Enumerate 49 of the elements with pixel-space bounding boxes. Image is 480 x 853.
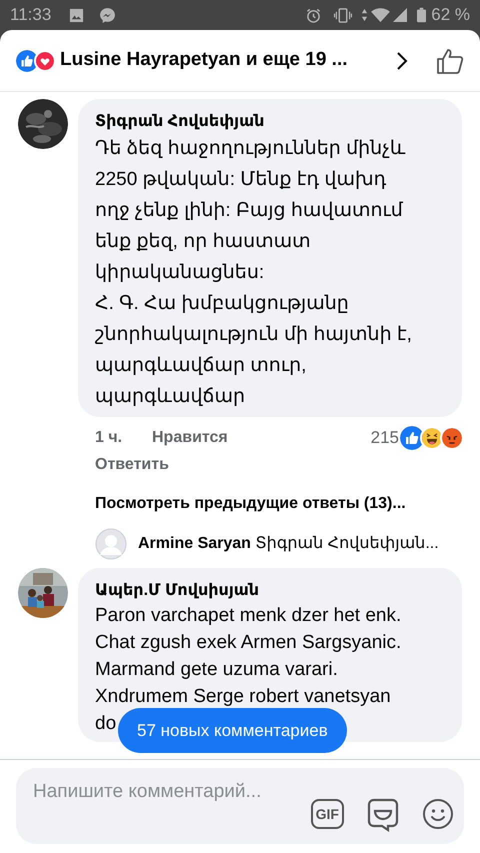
like-reaction-icon — [400, 426, 424, 450]
reaction-count: 215 — [370, 427, 399, 449]
comment-line: 2250 թվական: Մենք էդ վախդ — [95, 168, 386, 192]
data-arrows-icon — [361, 8, 368, 22]
sticker-icon — [366, 796, 400, 832]
comment-line: Հ. Գ. Հա խմբակցությանը — [95, 292, 349, 316]
like-reaction-icon — [16, 50, 38, 72]
signal-icon — [393, 8, 408, 22]
alarm-icon — [306, 8, 322, 22]
like-link[interactable]: Нравится — [152, 426, 228, 450]
comment-line: Marmand gete uzuma varari. — [95, 658, 338, 682]
comment-line: do — [95, 712, 116, 736]
comment-line: ողջ չենք լինի: Բայց հավատում — [95, 199, 403, 223]
laughing-reaction-icon — [420, 426, 444, 450]
comment-input[interactable]: Напишите комментарий... — [33, 778, 311, 834]
comment-line: Chat zgush exek Armen Sargsyanic. — [95, 630, 402, 654]
previous-replies-link[interactable]: Посмотреть предыдущие ответы (13)... — [95, 492, 406, 516]
comment-time: 1 ч. — [95, 428, 124, 448]
smiley-icon — [422, 798, 454, 830]
comment-line: Paron varchapet menk dzer het enk. — [95, 604, 402, 628]
new-comments-button[interactable]: 57 новых комментариев — [118, 708, 347, 753]
battery-icon — [417, 7, 426, 23]
vibrate-icon — [333, 8, 354, 22]
avatar-icon — [95, 528, 127, 560]
reactions-summary[interactable]: Lusine Hayrapetyan и еще 19 ... — [60, 46, 348, 75]
comment-line: կիրականացնես: — [95, 261, 264, 285]
gif-button[interactable]: GIF — [310, 799, 344, 829]
angry-reaction-icon — [440, 426, 464, 450]
comment-author[interactable]: Տիգրան Հովսեփյան — [95, 111, 452, 133]
comment-line: պարգևավճար — [95, 385, 246, 409]
chevron-right-icon[interactable] — [396, 50, 408, 70]
comment-line: շնորհակալություն մի հայտնի է, — [95, 323, 412, 347]
sticker-button[interactable] — [366, 796, 400, 832]
emoji-button[interactable] — [422, 798, 454, 830]
reply-link[interactable]: Ответить — [95, 452, 169, 476]
comment-line: ենք քեզ, որ հաստատ — [95, 230, 311, 254]
thumbs-up-icon[interactable] — [436, 46, 464, 74]
wifi-icon — [371, 8, 390, 22]
comment-author[interactable]: Ապեր.Մ Մովսիսյան — [95, 580, 452, 602]
battery-percent: 62 % — [431, 4, 470, 26]
comment-line: պարգևավճար տուր, — [95, 354, 306, 378]
comment-field[interactable]: Напишите комментарий... GIF — [16, 768, 464, 844]
reply-preview[interactable]: Armine Saryan Տիգրան Հովսեփյան... — [138, 532, 439, 556]
comment-line: Xndrumem Serge robert vanetsyan — [95, 684, 391, 708]
status-time: 11:33 — [10, 4, 52, 26]
comment-line: Դե ձեզ հաջողություններ մինչև — [95, 137, 406, 161]
messenger-icon — [99, 6, 116, 24]
image-icon — [69, 8, 84, 22]
heart-reaction-icon — [34, 50, 56, 72]
